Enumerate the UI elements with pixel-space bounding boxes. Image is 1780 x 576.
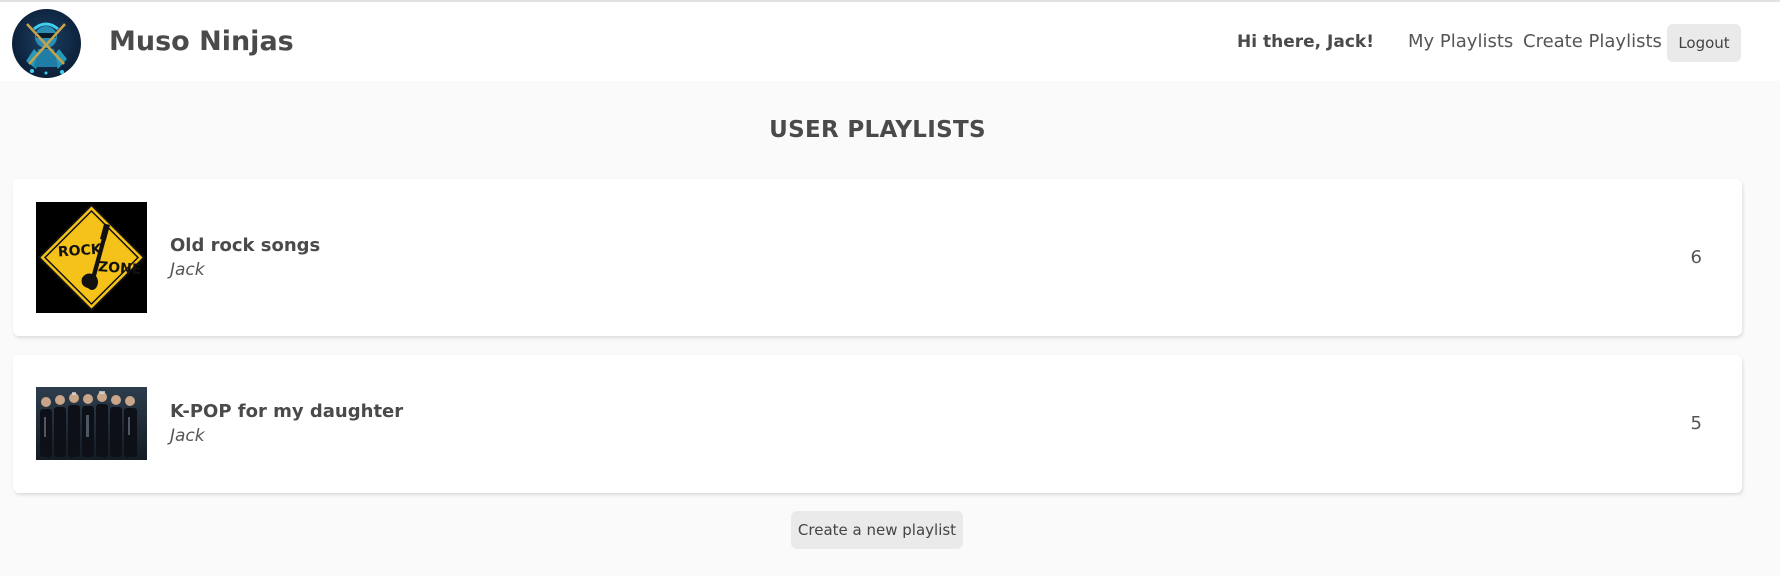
nav-my-playlists[interactable]: My Playlists [1408,31,1513,52]
user-greeting: Hi there, Jack! [1237,32,1374,52]
playlist-owner: Jack [170,260,205,280]
svg-text:ROCK: ROCK [57,241,103,260]
playlist-song-count: 6 [1690,247,1702,268]
logout-button[interactable]: Logout [1667,24,1741,62]
nav-create-playlists[interactable]: Create Playlists [1523,31,1662,52]
svg-text:ZONE: ZONE [97,259,141,278]
navbar: Muso Ninjas Hi there, Jack! My Playlists… [0,0,1780,81]
playlist-cover-image: ROCK ZONE [36,202,147,313]
page-title: USER PLAYLISTS [769,117,986,143]
brand-title[interactable]: Muso Ninjas [109,26,294,57]
playlist-title: Old rock songs [170,235,321,256]
create-playlist-button[interactable]: Create a new playlist [791,511,963,549]
playlist-song-count: 5 [1690,413,1702,434]
playlist-title: K-POP for my daughter [170,401,404,422]
playlist-owner: Jack [170,426,205,446]
playlist-card[interactable]: ROCK ZONE Old rock songs Jack 6 [13,179,1742,336]
playlist-card[interactable]: K-POP for my daughter Jack 5 [13,355,1742,493]
playlist-cover-image [36,387,147,460]
ninja-logo-icon[interactable] [12,9,81,78]
